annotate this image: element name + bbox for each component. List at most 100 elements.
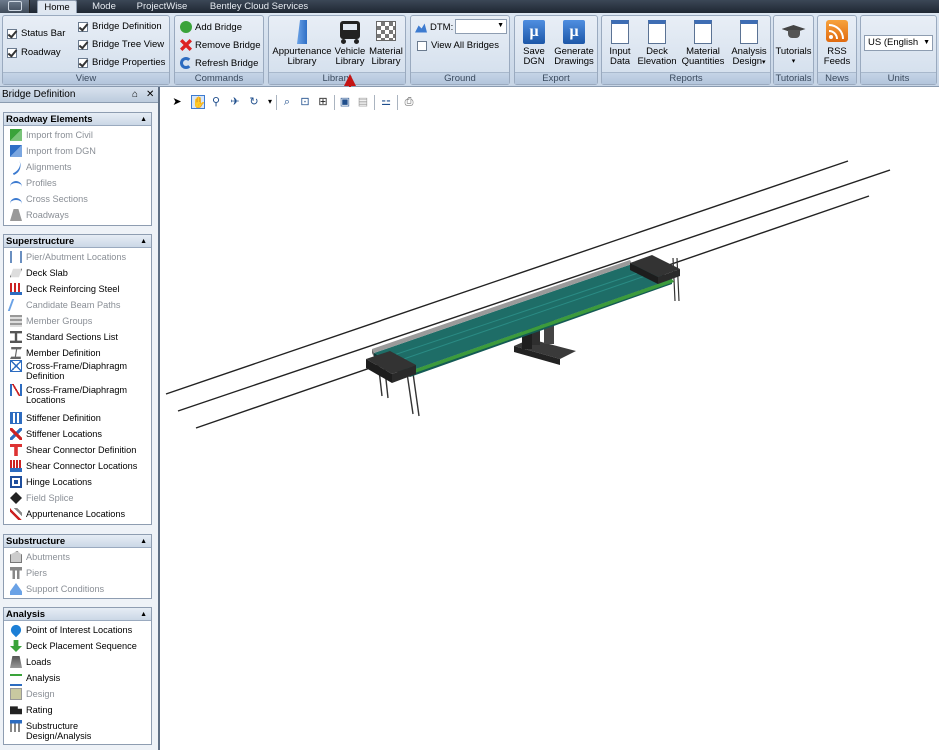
remove-icon bbox=[180, 39, 192, 51]
collapse-icon[interactable]: ▲ bbox=[140, 608, 147, 621]
zoom-icon[interactable]: ⌕ bbox=[280, 95, 294, 109]
bridge-properties-checkbox[interactable]: Bridge Properties bbox=[78, 57, 165, 68]
material-quantities-report-button[interactable]: Material Quantities bbox=[679, 19, 727, 67]
report-icon bbox=[645, 19, 669, 45]
dropdown-arrow-icon: ▾ bbox=[791, 58, 796, 65]
item-stiffener-locations[interactable]: Stiffener Locations bbox=[10, 428, 102, 440]
application-menu-button[interactable] bbox=[0, 0, 30, 13]
item-deck-slab[interactable]: Deck Slab bbox=[10, 268, 68, 279]
shade-icon[interactable]: ▤ bbox=[356, 95, 370, 109]
item-support-conditions[interactable]: Support Conditions bbox=[10, 583, 104, 595]
item-point-of-interest-locations[interactable]: Point of Interest Locations bbox=[8, 622, 132, 638]
item-import-from-dgn[interactable]: Import from DGN bbox=[10, 145, 96, 157]
bridge-tree-view-checkbox[interactable]: Bridge Tree View bbox=[78, 39, 164, 50]
material-library-button[interactable]: Material Library bbox=[367, 19, 405, 67]
collapse-icon[interactable]: ▲ bbox=[140, 113, 147, 126]
save-dgn-button[interactable]: μ Save DGN bbox=[517, 19, 551, 67]
import-dgn-icon bbox=[10, 145, 22, 157]
render-icon[interactable]: ▣ bbox=[338, 95, 352, 109]
generate-drawings-button[interactable]: μ Generate Drawings bbox=[551, 19, 597, 67]
appurtenance-library-button[interactable]: Appurtenance Library bbox=[271, 19, 333, 67]
item-field-splice[interactable]: Field Splice bbox=[10, 492, 74, 504]
alignment-lines bbox=[165, 160, 891, 429]
item-shear-connector-definition[interactable]: Shear Connector Definition bbox=[10, 444, 136, 456]
item-deck-placement-sequence[interactable]: Deck Placement Sequence bbox=[10, 640, 137, 652]
item-piers[interactable]: Piers bbox=[10, 567, 47, 579]
deck-elevation-report-button[interactable]: Deck Elevation bbox=[636, 19, 678, 67]
item-substructure-design-analysis[interactable]: Substructure Design/Analysis bbox=[10, 720, 91, 741]
report-icon bbox=[737, 19, 761, 45]
ribbon-group-view: Status Bar Roadway Bridge Definition Bri… bbox=[2, 15, 170, 85]
view-all-bridges-checkbox[interactable]: View All Bridges bbox=[417, 40, 499, 51]
fly-icon[interactable]: ✈ bbox=[228, 95, 242, 109]
item-deck-reinforcing-steel[interactable]: Deck Reinforcing Steel bbox=[10, 283, 119, 295]
item-design[interactable]: Design bbox=[10, 688, 55, 700]
item-abutments[interactable]: Abutments bbox=[10, 551, 70, 563]
input-data-report-button[interactable]: Input Data bbox=[604, 19, 636, 67]
item-standard-sections-list[interactable]: Standard Sections List bbox=[10, 331, 118, 343]
3d-viewport[interactable]: ➤ ✋ ⚲ ✈ ↻ ▾ ⌕ ⊡ ⊞ ▣ ▤ ⚍ ⎙ bbox=[160, 87, 939, 750]
pin-icon[interactable]: ⌂ bbox=[132, 87, 138, 103]
item-profiles[interactable]: Profiles bbox=[10, 178, 57, 193]
tab-projectwise[interactable]: ProjectWise bbox=[130, 0, 194, 13]
item-import-from-civil[interactable]: Import from Civil bbox=[10, 129, 93, 141]
rotate-icon[interactable]: ↻ bbox=[247, 95, 261, 109]
rss-icon bbox=[825, 19, 849, 45]
item-loads[interactable]: Loads bbox=[10, 656, 51, 668]
rotate-dropdown-icon[interactable]: ▾ bbox=[263, 95, 277, 109]
collapse-icon[interactable]: ▲ bbox=[140, 535, 147, 548]
roadway-checkbox[interactable]: Roadway bbox=[7, 47, 61, 58]
vehicle-library-button[interactable]: Vehicle Library bbox=[332, 19, 368, 67]
print-icon[interactable]: ⎙ bbox=[402, 95, 416, 109]
rss-feeds-button[interactable]: RSS Feeds bbox=[818, 19, 856, 67]
ribbon-group-commands: Add Bridge Remove Bridge Refresh Bridge … bbox=[174, 15, 264, 85]
item-candidate-beam-paths[interactable]: Candidate Beam Paths bbox=[7, 299, 121, 311]
item-hinge-locations[interactable]: Hinge Locations bbox=[10, 476, 92, 488]
section-header[interactable]: Superstructure ▲ bbox=[4, 235, 151, 248]
tab-mode[interactable]: Mode bbox=[84, 0, 124, 13]
bridge-definition-checkbox[interactable]: Bridge Definition bbox=[78, 21, 162, 32]
zoom-window-icon[interactable]: ⊡ bbox=[298, 95, 312, 109]
item-stiffener-definition[interactable]: Stiffener Definition bbox=[10, 412, 101, 424]
dtm-dropdown[interactable]: ▼ bbox=[455, 19, 507, 34]
map-pin-icon bbox=[8, 622, 24, 638]
add-bridge-button[interactable]: Add Bridge bbox=[180, 21, 242, 33]
item-alignments[interactable]: Alignments bbox=[7, 158, 71, 176]
item-rating[interactable]: Rating bbox=[10, 705, 53, 716]
ribbon-group-title-export: Export bbox=[515, 72, 597, 84]
item-appurtenance-locations[interactable]: Appurtenance Locations bbox=[10, 508, 125, 520]
item-cross-sections[interactable]: Cross Sections bbox=[10, 194, 88, 210]
units-dropdown[interactable]: US (English ▼ bbox=[864, 35, 933, 51]
walk-icon[interactable]: ⚲ bbox=[209, 95, 223, 109]
section-header[interactable]: Roadway Elements ▲ bbox=[4, 113, 151, 126]
select-pointer-icon[interactable]: ➤ bbox=[170, 95, 184, 109]
close-icon[interactable]: ✕ bbox=[146, 87, 154, 103]
display-settings-icon[interactable]: ⚍ bbox=[379, 95, 393, 109]
refresh-bridge-button[interactable]: Refresh Bridge bbox=[180, 57, 258, 69]
cross-section-icon bbox=[10, 198, 22, 210]
substructure-analysis-icon bbox=[10, 720, 22, 732]
shear-connector-icon bbox=[10, 444, 22, 456]
tab-bentley-cloud-services[interactable]: Bentley Cloud Services bbox=[204, 0, 314, 13]
pan-hand-icon[interactable]: ✋ bbox=[191, 95, 206, 109]
panel-header: Bridge Definition ⌂ ✕ bbox=[0, 87, 158, 103]
item-shear-connector-locations[interactable]: Shear Connector Locations bbox=[10, 460, 137, 472]
fit-view-icon[interactable]: ⊞ bbox=[316, 95, 330, 109]
microstation-drawing-icon: μ bbox=[562, 19, 586, 45]
status-bar-checkbox[interactable]: Status Bar bbox=[7, 28, 65, 39]
section-header[interactable]: Analysis ▲ bbox=[4, 608, 151, 621]
item-member-groups[interactable]: Member Groups bbox=[10, 315, 92, 327]
section-header[interactable]: Substructure ▲ bbox=[4, 535, 151, 548]
item-roadways[interactable]: Roadways bbox=[10, 209, 69, 221]
collapse-icon[interactable]: ▲ bbox=[140, 235, 147, 248]
tutorials-button[interactable]: Tutorials ▾ bbox=[774, 19, 813, 67]
item-cross-frame-locations[interactable]: Cross-Frame/Diaphragm Locations bbox=[10, 384, 127, 405]
item-analysis[interactable]: Analysis bbox=[10, 673, 60, 686]
item-pier-abutment-locations[interactable]: Pier/Abutment Locations bbox=[10, 251, 126, 263]
import-civil-icon bbox=[10, 129, 22, 141]
item-cross-frame-definition[interactable]: Cross-Frame/Diaphragm Definition bbox=[10, 360, 127, 381]
tab-home[interactable]: Home bbox=[37, 0, 77, 13]
item-member-definition[interactable]: Member Definition bbox=[10, 347, 101, 359]
analysis-design-report-button[interactable]: Analysis Design▾ bbox=[727, 19, 771, 68]
remove-bridge-button[interactable]: Remove Bridge bbox=[180, 39, 260, 51]
